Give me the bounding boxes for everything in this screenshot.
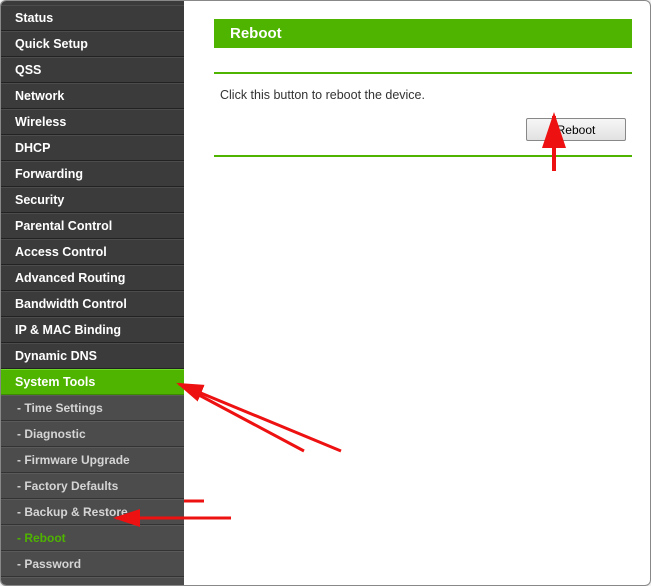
main-content: Reboot Click this button to reboot the d… [184, 1, 650, 585]
separator-bottom [214, 155, 632, 157]
sidebar-item-qss[interactable]: QSS [1, 57, 184, 83]
sidebar-item-advanced-routing[interactable]: Advanced Routing [1, 265, 184, 291]
app-window: StatusQuick SetupQSSNetworkWirelessDHCPF… [0, 0, 651, 586]
sidebar-item-wireless[interactable]: Wireless [1, 109, 184, 135]
sidebar-item-ip-mac-binding[interactable]: IP & MAC Binding [1, 317, 184, 343]
sidebar-item-dynamic-dns[interactable]: Dynamic DNS [1, 343, 184, 369]
sidebar-subitem-diagnostic[interactable]: - Diagnostic [1, 421, 184, 447]
sidebar-subitem-time-settings[interactable]: - Time Settings [1, 395, 184, 421]
sidebar-item-bandwidth-control[interactable]: Bandwidth Control [1, 291, 184, 317]
sidebar: StatusQuick SetupQSSNetworkWirelessDHCPF… [1, 1, 184, 585]
sidebar-subitem-reboot[interactable]: - Reboot [1, 525, 184, 551]
sidebar-item-security[interactable]: Security [1, 187, 184, 213]
sidebar-subitem-system-log[interactable]: - System Log [1, 577, 184, 585]
sidebar-subitem-factory-defaults[interactable]: - Factory Defaults [1, 473, 184, 499]
sidebar-item-dhcp[interactable]: DHCP [1, 135, 184, 161]
page-title: Reboot [214, 19, 632, 48]
sidebar-item-access-control[interactable]: Access Control [1, 239, 184, 265]
sidebar-item-forwarding[interactable]: Forwarding [1, 161, 184, 187]
sidebar-item-network[interactable]: Network [1, 83, 184, 109]
page-description: Click this button to reboot the device. [214, 74, 632, 116]
sidebar-subitem-password[interactable]: - Password [1, 551, 184, 577]
sidebar-subitem-backup-restore[interactable]: - Backup & Restore [1, 499, 184, 525]
sidebar-item-status[interactable]: Status [1, 5, 184, 31]
button-row: Reboot [214, 116, 632, 155]
sidebar-subitem-firmware-upgrade[interactable]: - Firmware Upgrade [1, 447, 184, 473]
sidebar-item-parental-control[interactable]: Parental Control [1, 213, 184, 239]
sidebar-item-system-tools[interactable]: System Tools [1, 369, 184, 395]
sidebar-item-quick-setup[interactable]: Quick Setup [1, 31, 184, 57]
reboot-button[interactable]: Reboot [526, 118, 626, 141]
